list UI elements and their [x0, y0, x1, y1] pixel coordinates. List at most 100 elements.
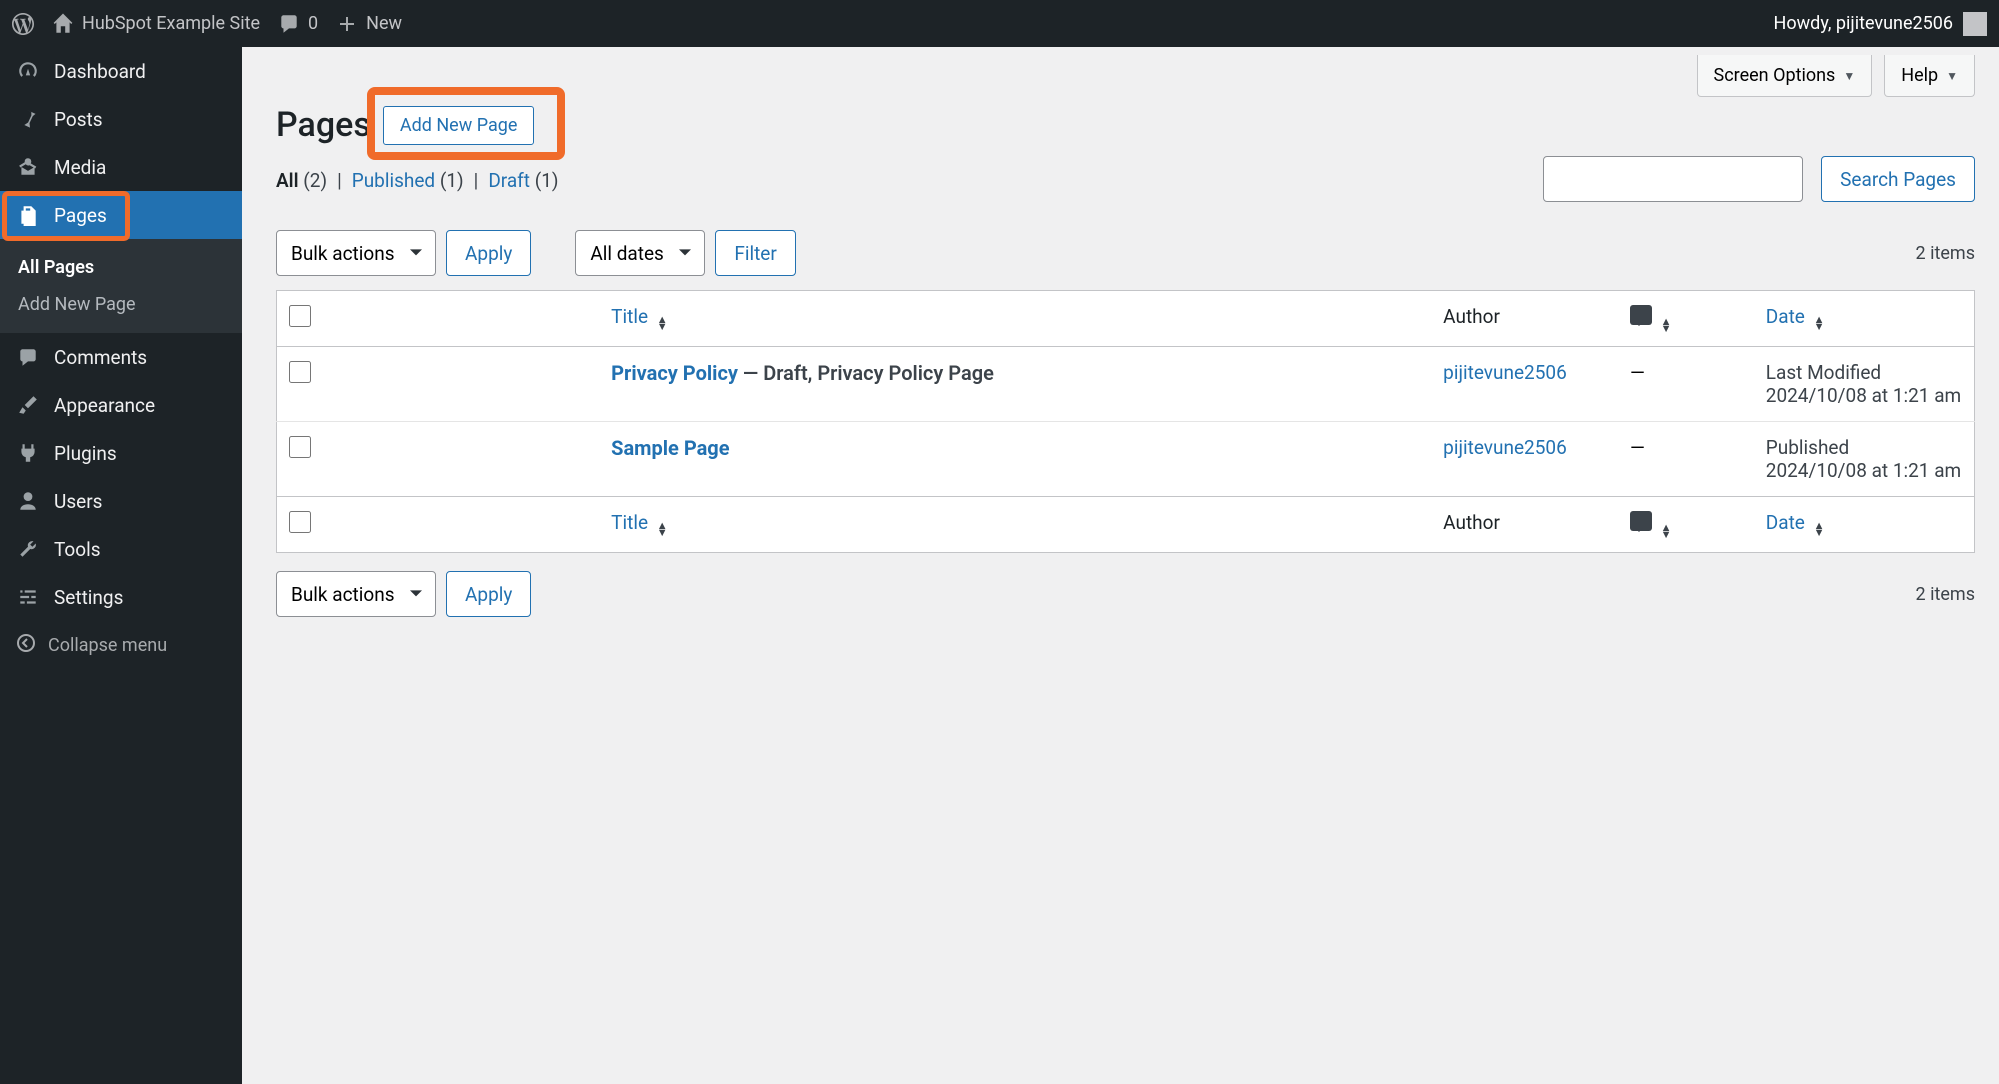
sidebar-item-plugins[interactable]: Plugins — [0, 429, 242, 477]
account-link[interactable]: Howdy, pijitevune2506 — [1774, 12, 1987, 36]
sidebar-item-label: Dashboard — [54, 60, 146, 83]
items-count-bottom: 2 items — [1916, 584, 1975, 605]
page-title: Pages — [276, 105, 371, 145]
row-checkbox[interactable] — [289, 436, 311, 458]
sort-icon: ▲▼ — [1814, 522, 1825, 536]
table-row: Privacy Policy — Draft, Privacy Policy P… — [277, 347, 1975, 422]
filter-button[interactable]: Filter — [715, 230, 795, 276]
column-date[interactable]: Date ▲▼ — [1754, 291, 1975, 347]
comment-icon — [16, 345, 40, 369]
user-icon — [16, 489, 40, 513]
chevron-down-icon: ▼ — [1946, 69, 1958, 83]
page-title-link[interactable]: Privacy Policy — [611, 361, 738, 385]
date-filter-select[interactable]: All dates — [575, 230, 705, 276]
brush-icon — [16, 393, 40, 417]
main-content: Screen Options▼ Help▼ Pages Add New Page… — [242, 47, 1999, 1084]
sidebar-item-comments[interactable]: Comments — [0, 333, 242, 381]
sidebar-item-label: Plugins — [54, 442, 117, 465]
help-button[interactable]: Help▼ — [1884, 55, 1975, 97]
collapse-menu-button[interactable]: Collapse menu — [0, 621, 242, 670]
sidebar-item-users[interactable]: Users — [0, 477, 242, 525]
sidebar-submenu: All Pages Add New Page — [0, 239, 242, 333]
avatar-icon — [1963, 12, 1987, 36]
table-row: Sample Page pijitevune2506 — Published20… — [277, 422, 1975, 497]
comment-icon — [278, 13, 300, 35]
column-title[interactable]: Title ▲▼ — [599, 291, 1431, 347]
filter-published-link[interactable]: Published — [352, 169, 435, 192]
page-status-suffix: — Draft, Privacy Policy Page — [738, 361, 994, 385]
add-new-page-button[interactable]: Add New Page — [383, 106, 535, 145]
admin-bar: HubSpot Example Site 0 New Howdy, pijite… — [0, 0, 1999, 47]
bulk-actions-select-bottom[interactable]: Bulk actions — [276, 571, 436, 617]
pages-table: Title ▲▼ Author ▲▼ Date ▲▼ Privacy Polic… — [276, 290, 1975, 553]
dashboard-icon — [16, 59, 40, 83]
search-input[interactable] — [1543, 156, 1803, 202]
sidebar-item-posts[interactable]: Posts — [0, 95, 242, 143]
author-link[interactable]: pijitevune2506 — [1443, 436, 1567, 459]
row-checkbox[interactable] — [289, 361, 311, 383]
column-author: Author — [1431, 497, 1618, 553]
sidebar-item-label: Comments — [54, 346, 147, 369]
sidebar-item-label: Settings — [54, 586, 123, 609]
site-link[interactable]: HubSpot Example Site — [52, 13, 260, 35]
column-date[interactable]: Date ▲▼ — [1754, 497, 1975, 553]
collapse-icon — [16, 633, 36, 658]
wordpress-icon — [12, 13, 34, 35]
sidebar-item-label: Tools — [54, 538, 101, 561]
howdy-text: Howdy, pijitevune2506 — [1774, 13, 1953, 34]
sliders-icon — [16, 585, 40, 609]
column-comments[interactable]: ▲▼ — [1618, 497, 1754, 553]
sort-icon: ▲▼ — [657, 316, 668, 330]
pin-icon — [16, 107, 40, 131]
select-all-checkbox[interactable] — [289, 305, 311, 327]
author-link[interactable]: pijitevune2506 — [1443, 361, 1567, 384]
sidebar-item-settings[interactable]: Settings — [0, 573, 242, 621]
bulk-actions-select[interactable]: Bulk actions — [276, 230, 436, 276]
sort-icon: ▲▼ — [1814, 316, 1825, 330]
site-name: HubSpot Example Site — [82, 13, 260, 34]
sidebar-item-pages[interactable]: Pages — [0, 191, 242, 239]
plus-icon — [336, 13, 358, 35]
sidebar-item-label: Media — [54, 156, 106, 179]
column-title[interactable]: Title ▲▼ — [599, 497, 1431, 553]
collapse-label: Collapse menu — [48, 635, 167, 656]
column-comments[interactable]: ▲▼ — [1618, 291, 1754, 347]
chevron-down-icon: ▼ — [1843, 69, 1855, 83]
date-cell: Last Modified2024/10/08 at 1:21 am — [1754, 347, 1975, 422]
home-icon — [52, 13, 74, 35]
sort-icon: ▲▼ — [1661, 524, 1672, 538]
wp-logo[interactable] — [12, 13, 34, 35]
sidebar-item-dashboard[interactable]: Dashboard — [0, 47, 242, 95]
sidebar-item-appearance[interactable]: Appearance — [0, 381, 242, 429]
sort-icon: ▲▼ — [657, 522, 668, 536]
column-author: Author — [1431, 291, 1618, 347]
filter-draft-link[interactable]: Draft — [488, 169, 530, 192]
plug-icon — [16, 441, 40, 465]
sidebar-item-media[interactable]: Media — [0, 143, 242, 191]
comments-link[interactable]: 0 — [278, 13, 318, 35]
items-count: 2 items — [1916, 243, 1975, 264]
apply-button[interactable]: Apply — [446, 230, 531, 276]
sidebar-item-tools[interactable]: Tools — [0, 525, 242, 573]
screen-options-button[interactable]: Screen Options▼ — [1697, 55, 1873, 97]
sidebar-item-label: Appearance — [54, 394, 155, 417]
page-icon — [16, 203, 40, 227]
comments-cell: — — [1618, 347, 1754, 422]
admin-sidebar: Dashboard Posts Media Pages All Pages Ad… — [0, 47, 242, 1084]
apply-button-bottom[interactable]: Apply — [446, 571, 531, 617]
submenu-all-pages[interactable]: All Pages — [0, 249, 242, 286]
new-link[interactable]: New — [336, 13, 402, 35]
sort-icon: ▲▼ — [1661, 318, 1672, 332]
new-label: New — [366, 13, 402, 34]
search-pages-button[interactable]: Search Pages — [1821, 156, 1975, 202]
comments-count: 0 — [308, 13, 318, 34]
wrench-icon — [16, 537, 40, 561]
page-title-link[interactable]: Sample Page — [611, 436, 729, 460]
submenu-add-new-page[interactable]: Add New Page — [0, 286, 242, 323]
select-all-checkbox-bottom[interactable] — [289, 511, 311, 533]
comment-bubble-icon — [1630, 305, 1652, 325]
sidebar-item-label: Users — [54, 490, 102, 513]
comments-cell: — — [1618, 422, 1754, 497]
filter-all-link[interactable]: All — [276, 169, 299, 192]
comment-bubble-icon — [1630, 511, 1652, 531]
